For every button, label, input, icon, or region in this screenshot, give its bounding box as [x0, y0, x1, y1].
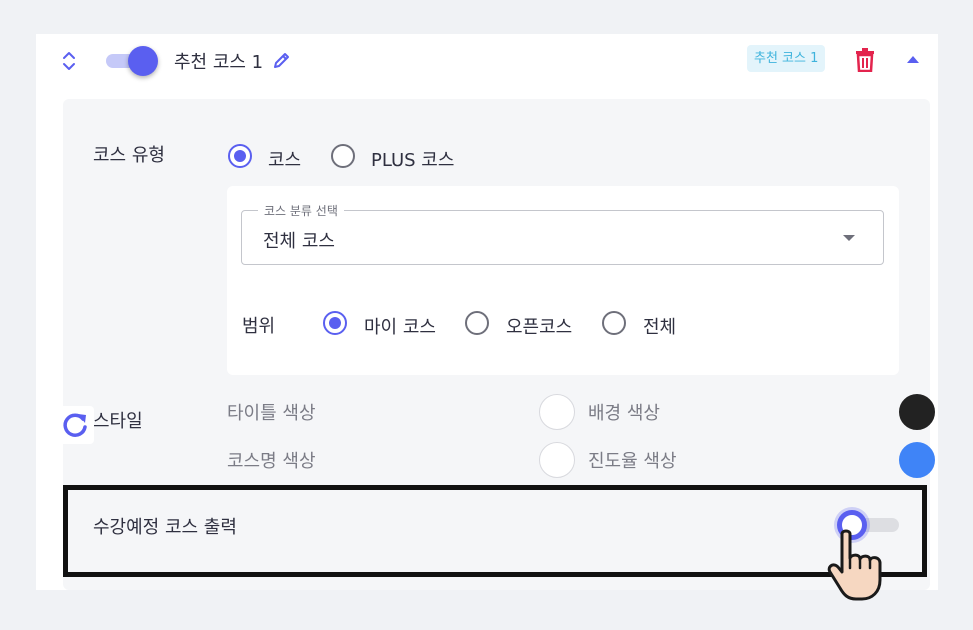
chevron-up-icon[interactable]	[906, 54, 920, 64]
scope-option-open-course[interactable]: 오픈코스	[506, 313, 572, 339]
course-type-option-course[interactable]: 코스	[268, 146, 301, 172]
course-name-color-label: 코스명 색상	[227, 451, 316, 472]
reset-style-button[interactable]	[56, 406, 94, 444]
course-category-legend: 코스 분류 선택	[258, 202, 344, 219]
pencil-icon[interactable]	[272, 50, 292, 70]
background-color-label: 배경 색상	[588, 403, 660, 424]
trash-icon[interactable]	[854, 48, 876, 72]
title-color-label: 타이틀 색상	[227, 403, 316, 424]
caret-down-icon	[843, 235, 855, 241]
pointing-hand-icon	[827, 529, 882, 601]
course-type-radio-plus[interactable]	[331, 144, 355, 168]
course-title: 추천 코스 1	[174, 52, 264, 73]
course-badge: 추천 코스 1	[747, 45, 826, 72]
title-color-swatch[interactable]	[539, 394, 575, 430]
course-category-value: 전체 코스	[263, 231, 335, 252]
scope-option-my-course[interactable]: 마이 코스	[364, 313, 436, 339]
course-type-option-plus[interactable]: PLUS 코스	[371, 146, 454, 172]
upcoming-course-label: 수강예정 코스 출력	[93, 517, 237, 538]
course-name-color-swatch[interactable]	[539, 442, 575, 478]
scope-option-all[interactable]: 전체	[643, 313, 676, 339]
drag-handle-icon[interactable]	[60, 50, 78, 72]
progress-color-swatch[interactable]	[899, 442, 935, 478]
style-label: 스타일	[93, 411, 143, 432]
course-type-radio-course[interactable]	[228, 144, 252, 168]
scope-radio-my-course[interactable]	[323, 311, 347, 335]
course-type-label: 코스 유형	[93, 145, 165, 166]
course-enabled-toggle[interactable]	[106, 46, 158, 76]
course-filter-box: 코스 분류 선택 전체 코스 범위 마이 코스 오픈코스 전체	[227, 186, 899, 375]
scope-label: 범위	[242, 316, 276, 337]
course-category-select[interactable]: 코스 분류 선택 전체 코스	[241, 202, 884, 265]
scope-radio-open-course[interactable]	[465, 311, 489, 335]
upcoming-course-row: 수강예정 코스 출력	[63, 485, 927, 577]
toggle-thumb	[128, 46, 158, 76]
refresh-icon	[63, 413, 87, 437]
scope-radio-all[interactable]	[602, 311, 626, 335]
progress-color-label: 진도율 색상	[588, 451, 677, 472]
background-color-swatch[interactable]	[899, 394, 935, 430]
